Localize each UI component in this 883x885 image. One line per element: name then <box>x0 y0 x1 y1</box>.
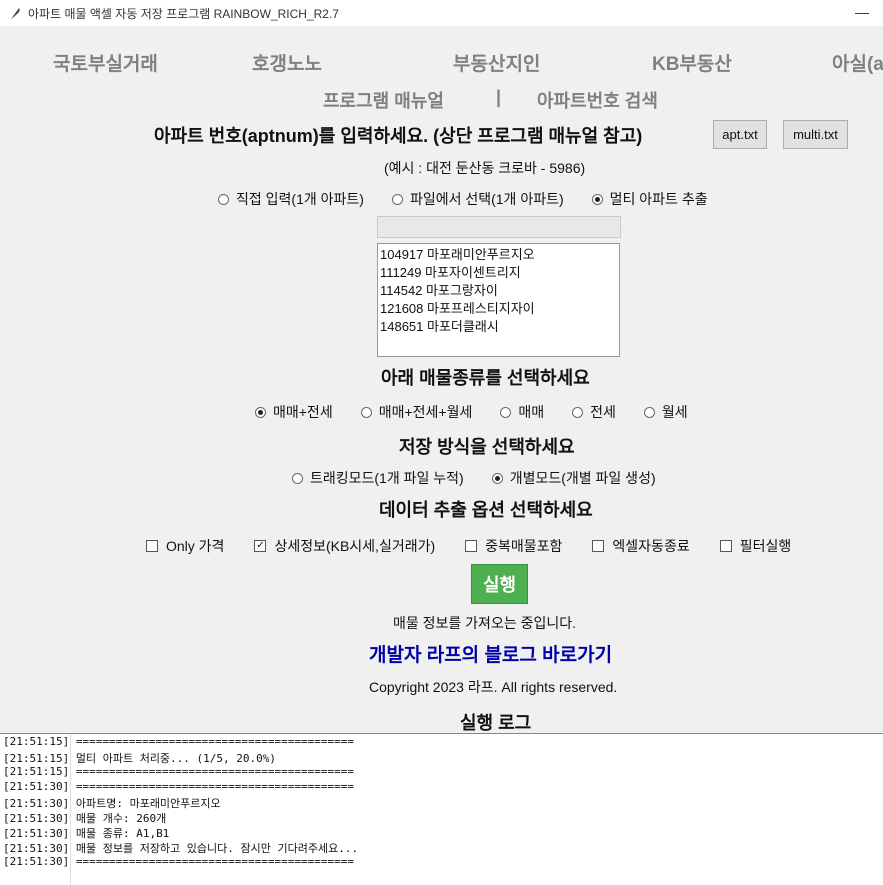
log-line: [21:51:30] =============================… <box>3 855 354 868</box>
list-item[interactable]: 104917 마포래미안푸르지오 <box>378 246 619 264</box>
window-title: 아파트 매물 액셀 자동 저장 프로그램 RAINBOW_RICH_R2.7 <box>28 6 339 21</box>
example-text: (예시 : 대전 둔산동 크로바 - 5986) <box>384 160 586 176</box>
radio-label: 멀티 아파트 추출 <box>609 191 708 207</box>
radio-label: 매매 <box>518 404 545 420</box>
nav-aptnum-search-link[interactable]: 아파트번호 검색 <box>537 87 658 113</box>
multi-txt-button[interactable]: multi.txt <box>783 120 848 149</box>
nav-molit-link[interactable]: 국토부실거래 <box>53 49 158 76</box>
input-mode-group: 직접 입력(1개 아파트) 파일에서 선택(1개 아파트) 멀티 아파트 추출 <box>218 189 736 209</box>
checkbox-label: 엑셀자동종료 <box>612 538 690 554</box>
radio-file-select[interactable]: 파일에서 선택(1개 아파트) <box>391 189 564 209</box>
log-line: [21:51:30] 매물 정보를 저장하고 있습니다. 잠시만 기다려주세요.… <box>3 842 359 855</box>
log-line: [21:51:30] 매물 종류: A1,B1 <box>3 827 170 840</box>
blog-link[interactable]: 개발자 라프의 블로그 바로가기 <box>369 640 612 667</box>
checkbox-label: 상세정보(KB시세,실거래가) <box>274 538 436 554</box>
radio-wolse[interactable]: 월세 <box>643 402 688 422</box>
log-line: [21:51:15] =============================… <box>3 735 354 748</box>
radio-dot <box>643 406 655 418</box>
checkmark-icon: ✓ <box>254 540 267 552</box>
radio-dot <box>360 406 372 418</box>
radio-dot <box>591 193 603 205</box>
checkbox-label: Only 가격 <box>166 538 225 554</box>
save-mode-group: 트래킹모드(1개 파일 누적) 개별모드(개별 파일 생성) <box>292 468 684 488</box>
apt-listbox[interactable]: 104917 마포래미안푸르지오 111249 마포자이센트리지 114542 … <box>377 243 620 357</box>
checkbox-include-duplicates[interactable]: 중복매물포함 <box>465 536 562 556</box>
checkbox-box <box>465 540 478 552</box>
aptnum-entry[interactable] <box>377 216 621 238</box>
log-line: [21:51:30] 아파트명: 마포래미안푸르지오 <box>3 797 221 810</box>
list-item[interactable]: 148651 마포더클래시 <box>378 318 619 336</box>
checkbox-label: 필터실행 <box>739 538 792 554</box>
status-text: 매물 정보를 가져오는 중입니다. <box>393 615 576 631</box>
extract-options-group: Only 가격 ✓ 상세정보(KB시세,실거래가) 중복매물포함 엑셀자동종료 … <box>146 536 821 556</box>
list-item[interactable]: 114542 마포그랑자이 <box>378 282 619 300</box>
checkbox-run-filter[interactable]: 필터실행 <box>719 536 792 556</box>
log-line: [21:51:30] 매물 개수: 260개 <box>3 812 167 825</box>
radio-label: 전세 <box>590 404 616 420</box>
radio-dot <box>500 406 512 418</box>
nav-asil-link[interactable]: 아실(a <box>832 49 883 76</box>
radio-direct-input[interactable]: 직접 입력(1개 아파트) <box>218 189 364 209</box>
radio-dot <box>255 406 266 418</box>
radio-dot <box>391 193 403 205</box>
type-heading: 아래 매물종류를 선택하세요 <box>381 368 590 388</box>
title-bar: 아파트 매물 액셀 자동 저장 프로그램 RAINBOW_RICH_R2.7 — <box>0 0 883 26</box>
apt-txt-button[interactable]: apt.txt <box>713 120 767 149</box>
copyright-text: Copyright 2023 라프. All rights reserved. <box>369 679 618 695</box>
radio-dot <box>292 472 303 484</box>
checkbox-box <box>719 540 732 552</box>
radio-dot <box>218 193 229 205</box>
radio-sale[interactable]: 매매 <box>500 402 544 422</box>
log-line: [21:51:15] =============================… <box>3 765 354 778</box>
radio-label: 개별모드(개별 파일 생성) <box>509 470 656 486</box>
minimize-button[interactable]: — <box>855 4 869 20</box>
log-line: [21:51:30] =============================… <box>3 780 354 793</box>
radio-dot <box>572 406 584 418</box>
radio-label: 월세 <box>661 404 688 420</box>
log-heading: 실행 로그 <box>460 713 532 733</box>
radio-label: 파일에서 선택(1개 아파트) <box>409 191 564 207</box>
radio-dot <box>491 472 503 484</box>
list-item[interactable]: 111249 마포자이센트리지 <box>378 264 619 282</box>
radio-sale-jeonse[interactable]: 매매+전세 <box>255 402 333 422</box>
checkbox-excel-autoclose[interactable]: 엑셀자동종료 <box>592 536 690 556</box>
checkbox-box <box>146 540 158 552</box>
log-line: [21:51:15] 멀티 아파트 처리중... (1/5, 20.0%) <box>3 752 277 765</box>
radio-label: 직접 입력(1개 아파트) <box>236 191 364 207</box>
run-button[interactable]: 실행 <box>471 564 528 604</box>
radio-individual-mode[interactable]: 개별모드(개별 파일 생성) <box>491 468 656 488</box>
radio-label: 매매+전세 <box>273 404 333 420</box>
radio-jeonse[interactable]: 전세 <box>572 402 616 422</box>
radio-tracking-mode[interactable]: 트래킹모드(1개 파일 누적) <box>292 468 464 488</box>
feather-icon <box>11 8 20 19</box>
nav-budongsanjiin-link[interactable]: 부동산지인 <box>453 49 540 76</box>
list-item[interactable]: 121608 마포프레스티지자이 <box>378 300 619 318</box>
radio-label: 매매+전세+월세 <box>378 404 473 420</box>
radio-multi-apt[interactable]: 멀티 아파트 추출 <box>591 189 708 209</box>
aptnum-heading: 아파트 번호(aptnum)를 입력하세요. (상단 프로그램 매뉴얼 참고) <box>154 126 643 146</box>
nav-kb-link[interactable]: KB부동산 <box>652 49 732 76</box>
checkbox-detail-info[interactable]: ✓ 상세정보(KB시세,실거래가) <box>254 536 435 556</box>
nav-separator: | <box>496 87 502 107</box>
radio-label: 트래킹모드(1개 파일 누적) <box>310 470 464 486</box>
checkbox-box <box>592 540 605 552</box>
extract-heading: 데이터 추출 옵션 선택하세요 <box>379 500 593 520</box>
radio-sale-jeonse-wolse[interactable]: 매매+전세+월세 <box>360 402 473 422</box>
nav-hogangnono-link[interactable]: 호갱노노 <box>252 49 322 76</box>
checkbox-label: 중복매물포함 <box>485 538 563 554</box>
type-group: 매매+전세 매매+전세+월세 매매 전세 월세 <box>255 402 716 422</box>
save-heading: 저장 방식을 선택하세요 <box>399 437 575 457</box>
log-textbox[interactable]: [21:51:15] =============================… <box>0 733 883 885</box>
checkbox-only-price[interactable]: Only 가격 <box>146 536 224 556</box>
nav-manual-link[interactable]: 프로그램 매뉴얼 <box>323 87 444 113</box>
